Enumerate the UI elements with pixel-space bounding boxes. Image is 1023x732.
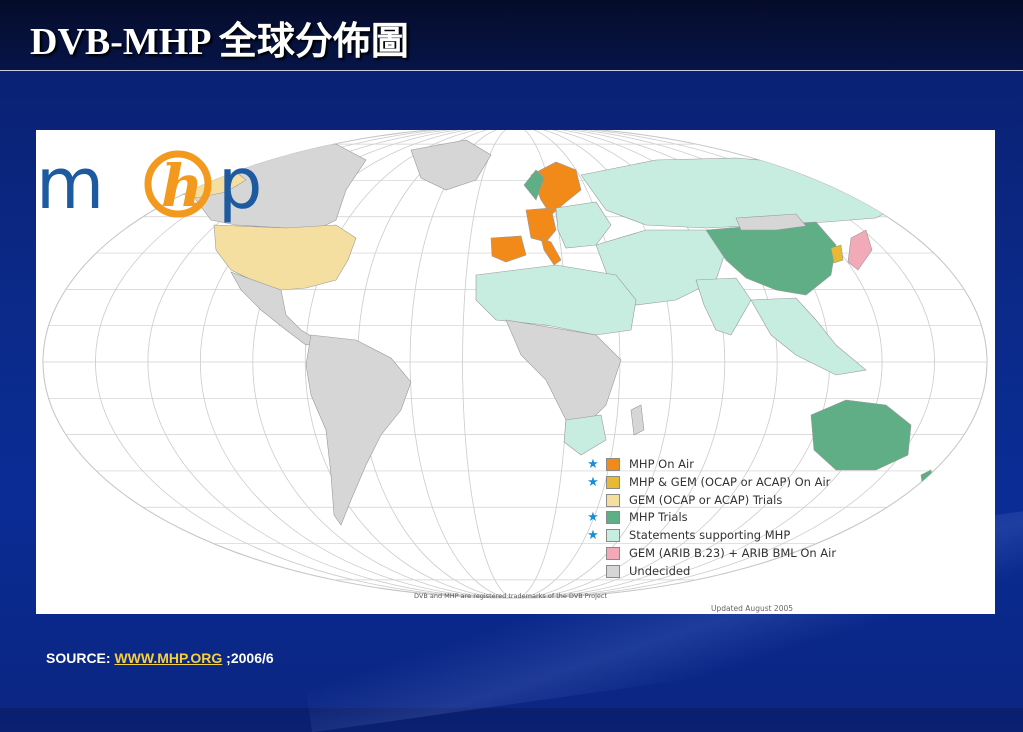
legend-item: GEM (OCAP or ACAP) Trials [586,492,906,510]
source-citation: SOURCE: WWW.MHP.ORG ;2006/6 [46,650,274,666]
logo-letter-p: p [218,143,262,225]
star-icon: ★ [587,473,599,489]
legend-swatch [606,493,620,507]
trademark-footnote: DVB and MHP are registered trademarks of… [414,592,608,600]
legend-label: Undecided [629,563,691,578]
world-map-panel: ★ MHP On Air ★ MHP & GEM (OCAP or ACAP) On … [36,130,995,614]
logo-letter-h: h [161,152,203,220]
new-zealand [920,469,935,499]
legend-item: ★ MHP Trials [586,509,906,527]
logo-letter-m: m [36,143,104,225]
legend-item: Undecided [586,563,906,581]
star-icon: ★ [587,456,599,471]
legend-swatch [606,529,620,543]
map-legend: ★ MHP On Air ★ MHP & GEM (OCAP or ACAP) On … [586,456,906,581]
updated-date: Updated August 2005 [711,604,794,613]
source-link[interactable]: WWW.MHP.ORG [114,650,222,666]
legend-item: ★ Statements supporting MHP [586,527,906,545]
legend-swatch [606,458,620,471]
legend-label: MHP & GEM (OCAP or ACAP) On Air [629,474,831,489]
legend-label: GEM (ARIB B.23) + ARIB BML On Air [629,545,837,560]
legend-label: MHP Trials [629,510,688,525]
slide-title: DVB-MHP 全球分佈圖 [30,21,409,63]
source-prefix: SOURCE: [46,650,115,666]
legend-swatch [606,546,620,560]
source-suffix: ;2006/6 [222,650,274,666]
legend-item: GEM (ARIB B.23) + ARIB BML On Air [586,545,906,563]
legend-swatch [606,511,620,525]
legend-swatch [606,564,620,578]
legend-item: ★ MHP On Air [586,456,906,474]
legend-label: Statements supporting MHP [629,528,791,543]
legend-swatch [606,475,620,489]
legend-label: MHP On Air [629,457,694,471]
star-icon: ★ [587,527,599,543]
legend-item: ★ MHP & GEM (OCAP or ACAP) On Air [586,474,906,492]
mhp-logo: m h p [36,143,262,225]
title-bar: DVB-MHP 全球分佈圖 [0,0,1023,71]
star-icon: ★ [587,509,599,525]
legend-label: GEM (OCAP or ACAP) Trials [629,492,783,507]
